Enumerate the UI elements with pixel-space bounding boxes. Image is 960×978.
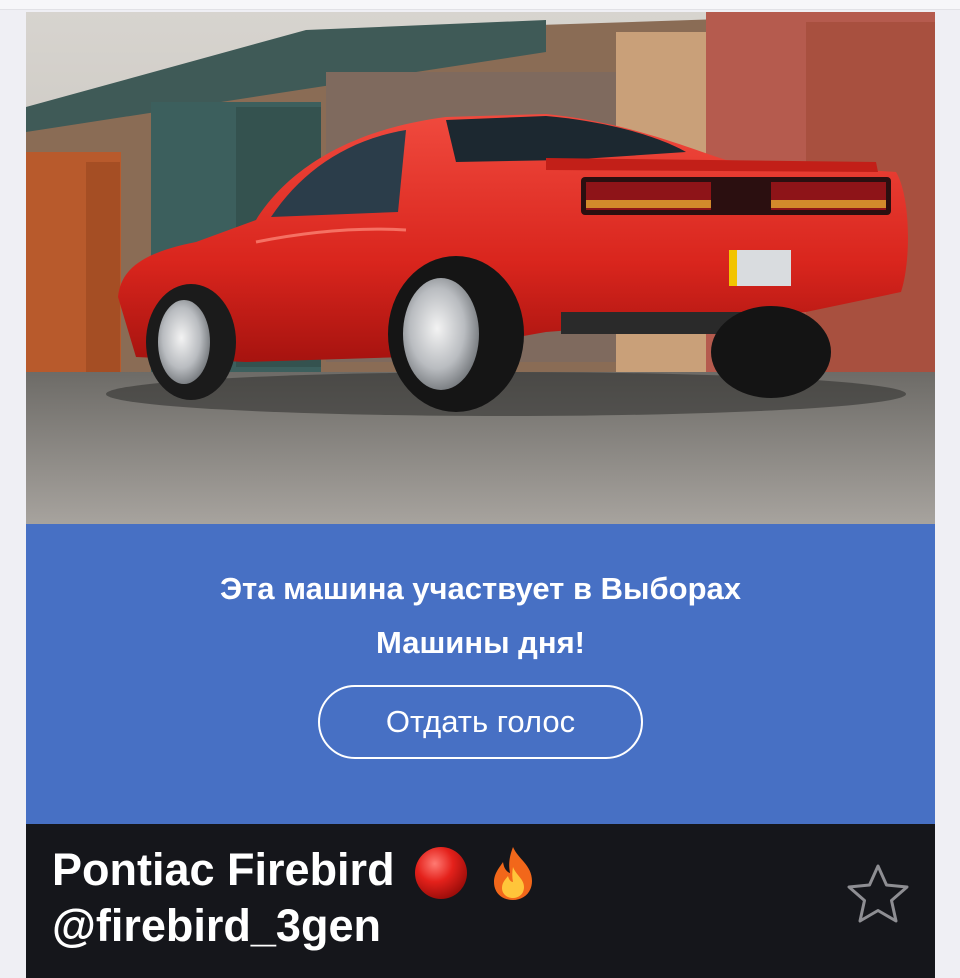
vote-promo-banner: Эта машина участвует в Выборах Машины дн… [26, 524, 935, 824]
car-handle: @firebird_3gen [52, 900, 381, 951]
star-outline-icon[interactable] [846, 862, 910, 926]
promo-line-2: Машины дня! [376, 625, 585, 660]
car-title: Pontiac Firebird [52, 844, 395, 895]
promo-message: Эта машина участвует в Выборах Машины дн… [26, 562, 935, 670]
top-bar [0, 0, 960, 10]
car-title-bar: Pontiac Firebird @firebird_3gen [26, 824, 935, 978]
red-circle-icon [415, 847, 468, 900]
car-post-card: Эта машина участвует в Выборах Машины дн… [26, 12, 935, 978]
car-title-row: Pontiac Firebird [52, 842, 832, 901]
vote-button[interactable]: Отдать голос [318, 685, 643, 759]
car-photo[interactable] [26, 12, 935, 524]
fire-icon [493, 847, 532, 901]
promo-line-1: Эта машина участвует в Выборах [219, 571, 741, 606]
